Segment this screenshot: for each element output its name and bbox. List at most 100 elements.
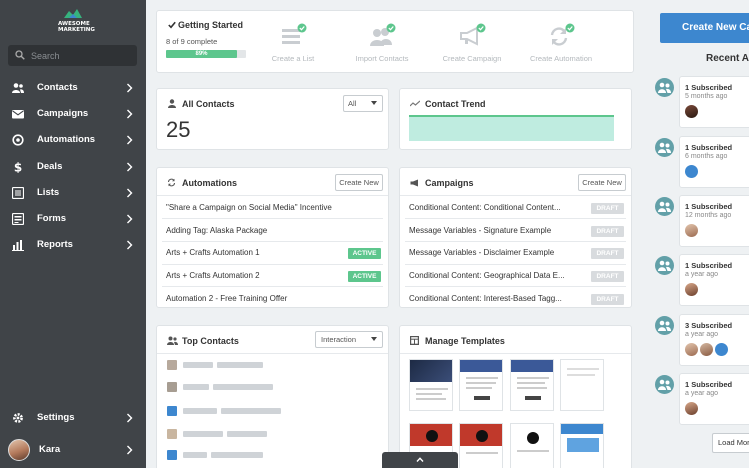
nav-contacts[interactable]: Contacts xyxy=(0,75,146,101)
activity-card[interactable]: 1 Subscribed a year ago xyxy=(679,373,749,425)
top-contacts-filter-select[interactable]: Interaction xyxy=(315,331,383,348)
avatar xyxy=(685,283,698,296)
top-contacts-filter-value: Interaction xyxy=(321,335,357,344)
check-icon xyxy=(168,21,176,29)
contact-avatar xyxy=(167,360,177,370)
template-thumbnail[interactable] xyxy=(510,359,554,411)
campaign-row-5[interactable]: Conditional Content: Interest-Based Tagg… xyxy=(409,294,579,303)
step-create-automation-label: Create Automation xyxy=(529,54,593,63)
contacts-filter-select[interactable]: All xyxy=(343,95,383,112)
automation-row-1[interactable]: "Share a Campaign on Social Media" Incen… xyxy=(166,203,381,212)
status-badge: DRAFT xyxy=(591,294,624,305)
step-import-contacts[interactable]: Import Contacts xyxy=(337,23,427,71)
template-thumbnail[interactable] xyxy=(409,359,453,411)
manage-templates-card: Manage Templates xyxy=(399,325,632,468)
template-thumbnail[interactable] xyxy=(510,423,554,468)
megaphone-icon xyxy=(460,23,486,46)
activity-time: 6 months ago xyxy=(685,153,728,160)
search-input[interactable] xyxy=(31,47,131,64)
automation-row-2[interactable]: Adding Tag: Alaska Package xyxy=(166,226,346,235)
status-badge: ACTIVE xyxy=(348,248,381,259)
activity-card[interactable]: 1 Subscribed 12 months ago xyxy=(679,195,749,247)
nav-reports[interactable]: Reports xyxy=(0,232,146,258)
chevron-right-icon xyxy=(127,413,133,423)
activity-time: a year ago xyxy=(685,331,719,338)
scroll-up-tab[interactable] xyxy=(382,452,458,468)
top-contacts-card: Top Contacts Interaction xyxy=(156,325,389,468)
activity-icon xyxy=(655,78,674,97)
progress-percent: 89% xyxy=(195,51,208,57)
refresh-icon xyxy=(167,178,176,187)
template-thumbnail[interactable] xyxy=(459,423,503,468)
nav-automations[interactable]: Automations xyxy=(0,127,146,153)
contact-avatar xyxy=(167,406,177,416)
contact-avatar xyxy=(167,429,177,439)
caret-down-icon xyxy=(371,337,377,341)
automations-create-new-button[interactable]: Create New xyxy=(335,174,383,191)
avatar xyxy=(715,343,728,356)
nav-campaigns[interactable]: Campaigns xyxy=(0,101,146,127)
people-icon xyxy=(167,336,178,345)
redacted-text xyxy=(227,431,267,437)
redacted-text xyxy=(221,408,281,414)
status-badge: DRAFT xyxy=(591,203,624,214)
activity-icon xyxy=(655,256,674,275)
contact-row[interactable] xyxy=(167,429,367,439)
create-new-campaign-button[interactable]: Create New Cam xyxy=(660,13,749,43)
step-create-list[interactable]: Create a List xyxy=(248,23,338,71)
search-box[interactable] xyxy=(8,45,137,66)
avatar xyxy=(685,402,698,415)
list-icon xyxy=(12,187,24,199)
chevron-right-icon xyxy=(127,214,133,224)
template-thumbnail[interactable] xyxy=(459,359,503,411)
nav-lists[interactable]: Lists xyxy=(0,180,146,206)
automation-row-3[interactable]: Arts + Crafts Automation 1 xyxy=(166,248,346,257)
activity-card[interactable]: 1 Subscribed 6 months ago xyxy=(679,136,749,188)
logo-mark-icon xyxy=(64,9,82,18)
activity-time: a year ago xyxy=(685,271,719,278)
app-logo[interactable]: AWESOME MARKETING xyxy=(58,8,95,35)
status-badge: DRAFT xyxy=(591,248,624,259)
people-icon xyxy=(658,82,671,93)
dollar-icon: $ xyxy=(14,161,22,173)
search-icon xyxy=(15,50,25,60)
avatar xyxy=(700,343,713,356)
load-more-button[interactable]: Load Mor xyxy=(712,433,749,453)
user-menu[interactable]: Kara xyxy=(0,436,146,464)
sidebar: AWESOMEMARKETING Contacts Campaigns Auto… xyxy=(0,0,146,468)
template-thumbnail[interactable] xyxy=(560,359,604,411)
automation-row-4[interactable]: Arts + Crafts Automation 2 xyxy=(166,271,346,280)
campaign-row-1[interactable]: Conditional Content: Conditional Content… xyxy=(409,203,579,212)
template-thumbnail[interactable] xyxy=(560,423,604,468)
list-lines-icon xyxy=(282,23,307,44)
campaigns-create-new-button[interactable]: Create New xyxy=(578,174,626,191)
contact-row[interactable] xyxy=(167,406,367,416)
people-icon xyxy=(658,260,671,271)
contact-row[interactable] xyxy=(167,382,367,392)
contacts-filter-value: All xyxy=(348,99,357,108)
redacted-text xyxy=(183,452,207,458)
contact-avatar xyxy=(167,450,177,460)
nav-forms[interactable]: Forms xyxy=(0,206,146,232)
chevron-right-icon xyxy=(127,162,133,172)
activity-card[interactable]: 1 Subscribed a year ago xyxy=(679,254,749,306)
contact-trend-title: Contact Trend xyxy=(425,99,486,109)
automation-row-5[interactable]: Automation 2 - Free Training Offer xyxy=(166,294,381,303)
divider xyxy=(405,218,626,219)
step-create-automation[interactable]: Create Automation xyxy=(516,23,606,71)
nav-settings[interactable]: Settings xyxy=(0,405,146,431)
redacted-text xyxy=(183,431,223,437)
campaign-row-2[interactable]: Message Variables - Signature Example xyxy=(409,226,579,235)
step-create-campaign[interactable]: Create Campaign xyxy=(427,23,517,71)
activity-card[interactable]: 1 Subscribed 5 months ago xyxy=(679,76,749,128)
refresh-icon xyxy=(550,23,575,46)
contact-row[interactable] xyxy=(167,450,367,460)
nav-deals[interactable]: $ Deals xyxy=(0,154,146,180)
activity-title: 1 Subscribed xyxy=(685,261,733,270)
activity-card[interactable]: 3 Subscribed a year ago xyxy=(679,314,749,366)
campaign-row-3[interactable]: Message Variables - Disclaimer Example xyxy=(409,248,579,257)
chevron-right-icon xyxy=(127,188,133,198)
step-create-list-label: Create a List xyxy=(271,54,315,63)
campaign-row-4[interactable]: Conditional Content: Geographical Data E… xyxy=(409,271,579,280)
contact-row[interactable] xyxy=(167,360,367,370)
